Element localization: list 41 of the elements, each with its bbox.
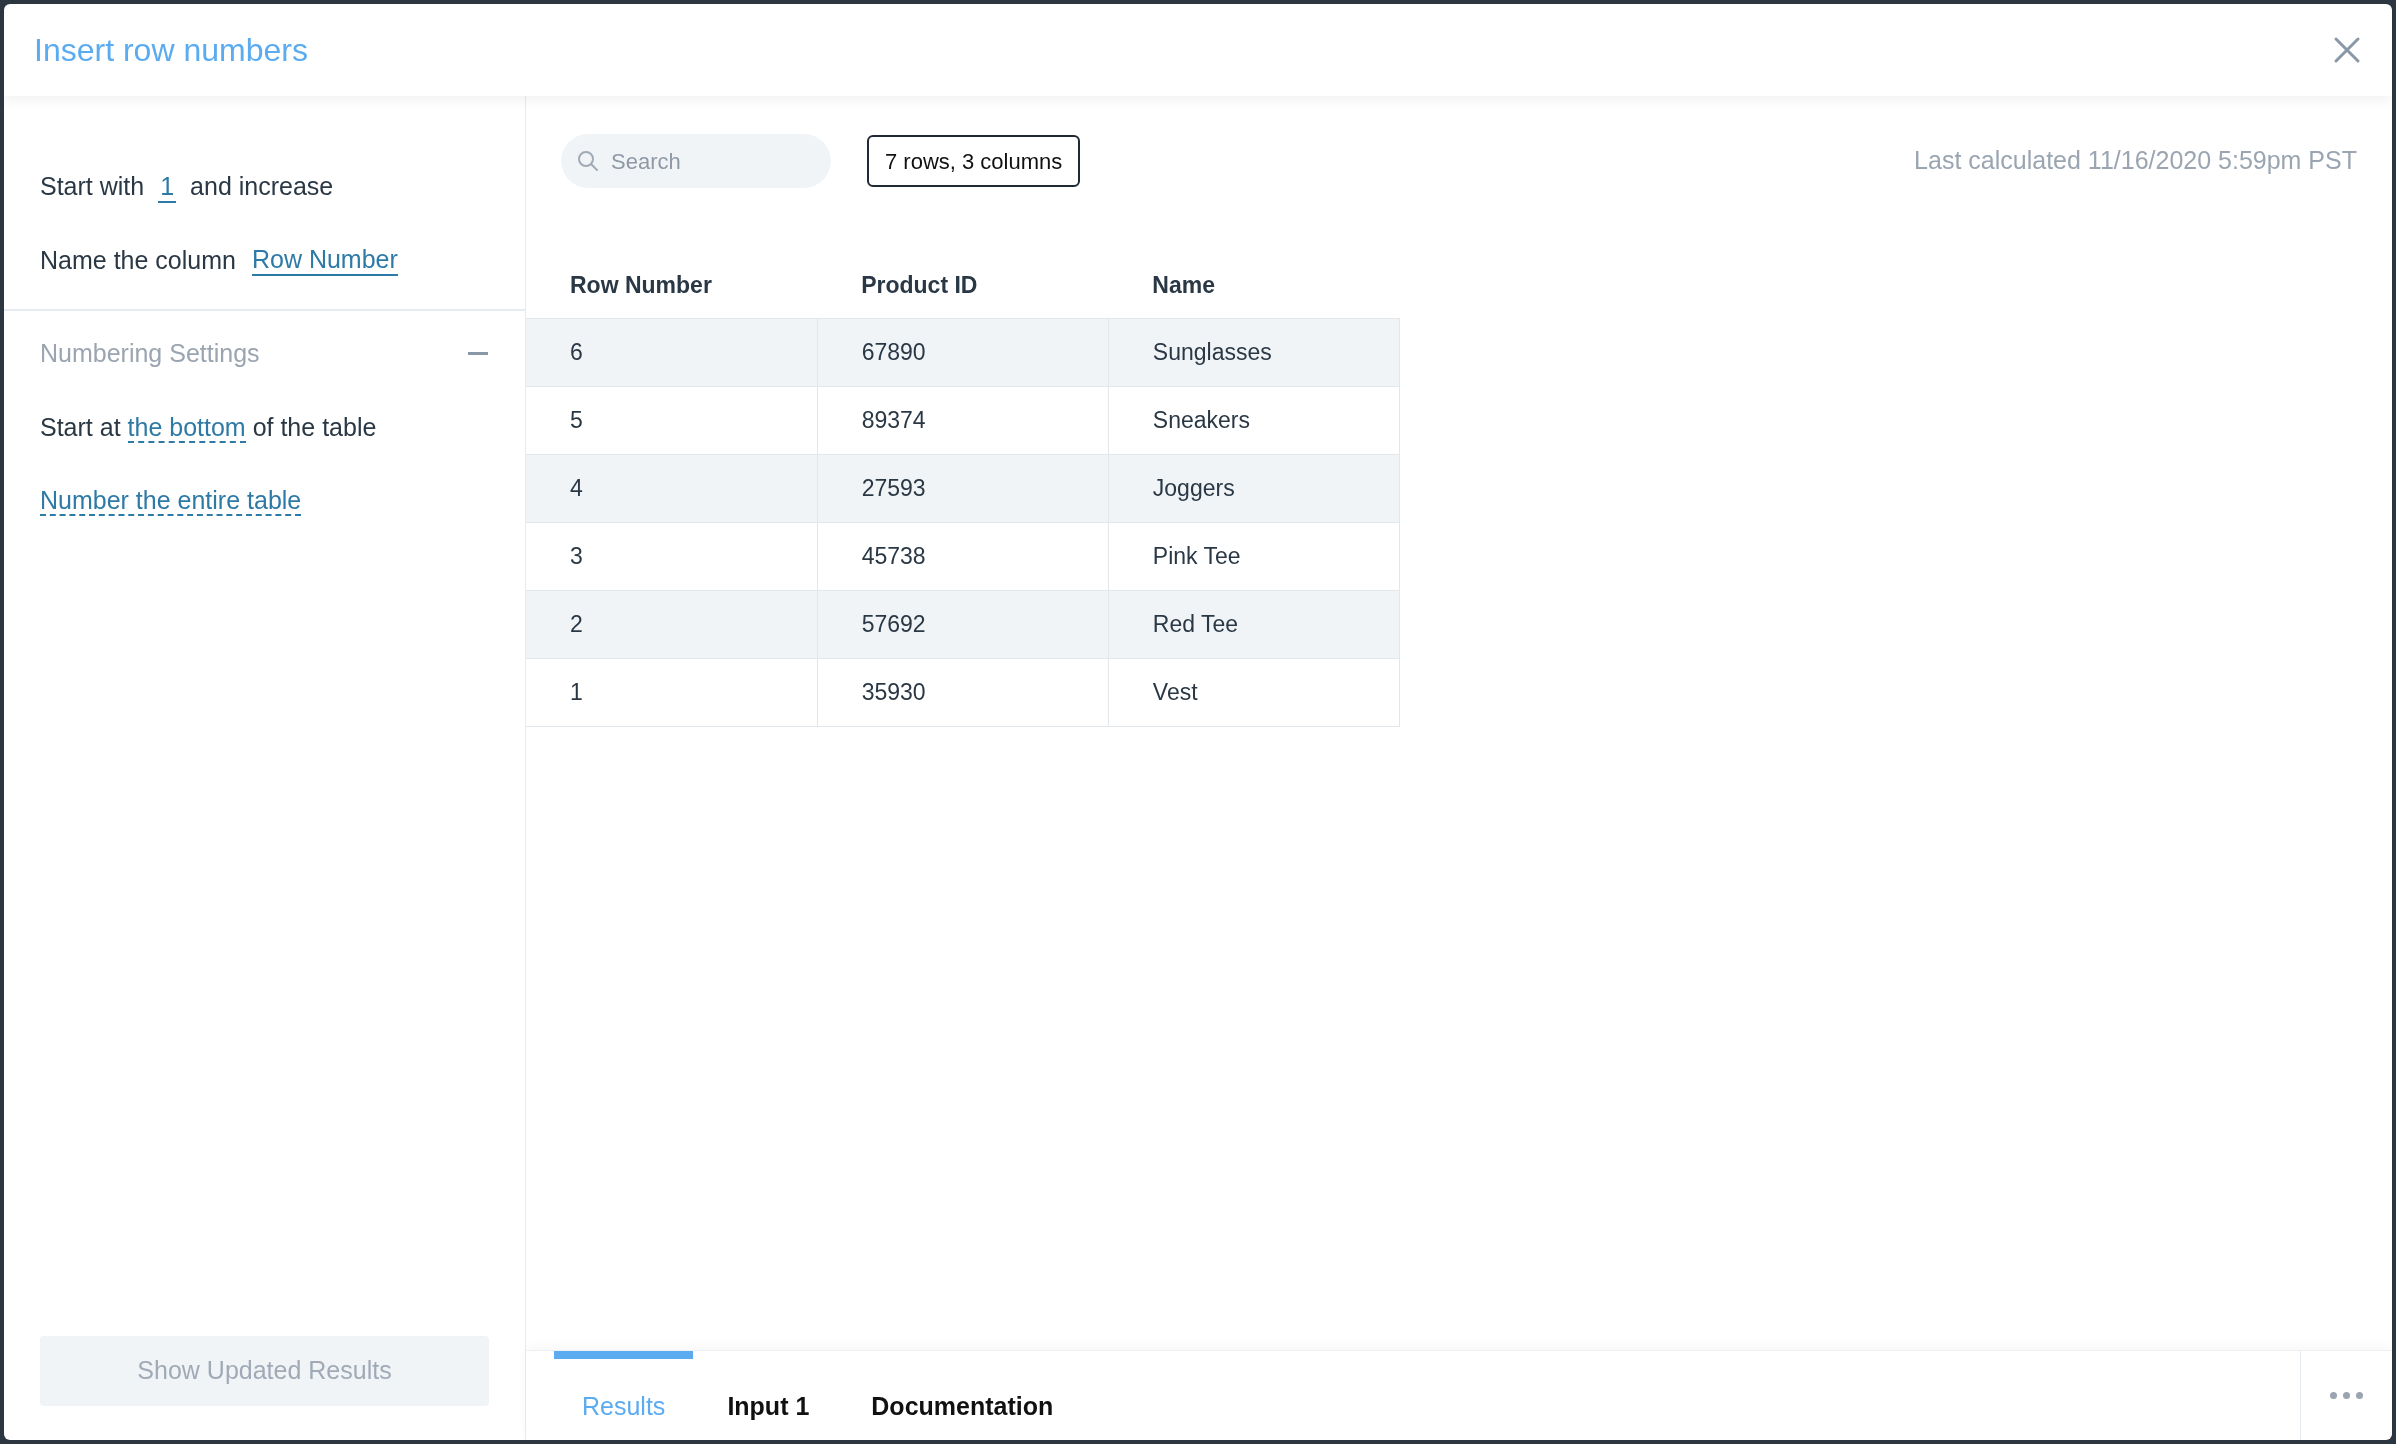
column-header: Name [1108,252,1400,318]
section-title: Numbering Settings [40,338,260,369]
increase-label: and increase [190,171,334,202]
last-calculated-text: Last calculated 11/16/2020 5:59pm PST [1914,145,2357,177]
numbering-option-text: Start at the bottom of the table [40,411,378,445]
option-link[interactable]: the bottom [127,412,246,443]
table-cell: 6 [526,318,818,386]
search-field[interactable]: Search [561,134,831,188]
start-value-field[interactable]: 1 [158,170,177,203]
table-cell: 4 [526,454,818,522]
table-cell: 2 [526,590,818,658]
search-input: Search [611,144,801,178]
table-cell: 45738 [817,522,1109,590]
table-cell: 89374 [817,386,1109,454]
table-cell: Pink Tee [1108,522,1400,590]
table-cell: 1 [526,658,818,726]
option-link[interactable]: Number the entire table [40,486,302,516]
more-options-icon[interactable] [2330,1390,2363,1401]
table-cell: 3 [526,522,818,590]
tab[interactable]: Input 1 [699,1351,838,1440]
table-cell: Sneakers [1108,386,1400,454]
close-icon[interactable] [2332,35,2362,65]
tab[interactable]: Documentation [843,1351,1082,1440]
row-count-badge: 7 rows, 3 columns [867,135,1081,187]
column-name-label: Name the column [40,244,236,276]
table-cell: 35930 [817,658,1109,726]
table-cell: 5 [526,386,818,454]
table-cell: Sunglasses [1108,318,1400,386]
table-cell: 67890 [817,318,1109,386]
column-header: Product ID [817,252,1109,318]
table-cell: Joggers [1108,454,1400,522]
search-icon [577,150,599,172]
table-cell: Red Tee [1108,590,1400,658]
dialog-title: Insert row numbers [34,31,308,70]
column-name-field[interactable]: Row Number [251,244,398,277]
tab[interactable]: Results [554,1351,694,1440]
start-with-label: Start with [40,171,145,202]
column-header: Row Number [526,252,818,318]
table-cell: 27593 [817,454,1109,522]
table-cell: Vest [1108,658,1400,726]
table-cell: 57692 [817,590,1109,658]
